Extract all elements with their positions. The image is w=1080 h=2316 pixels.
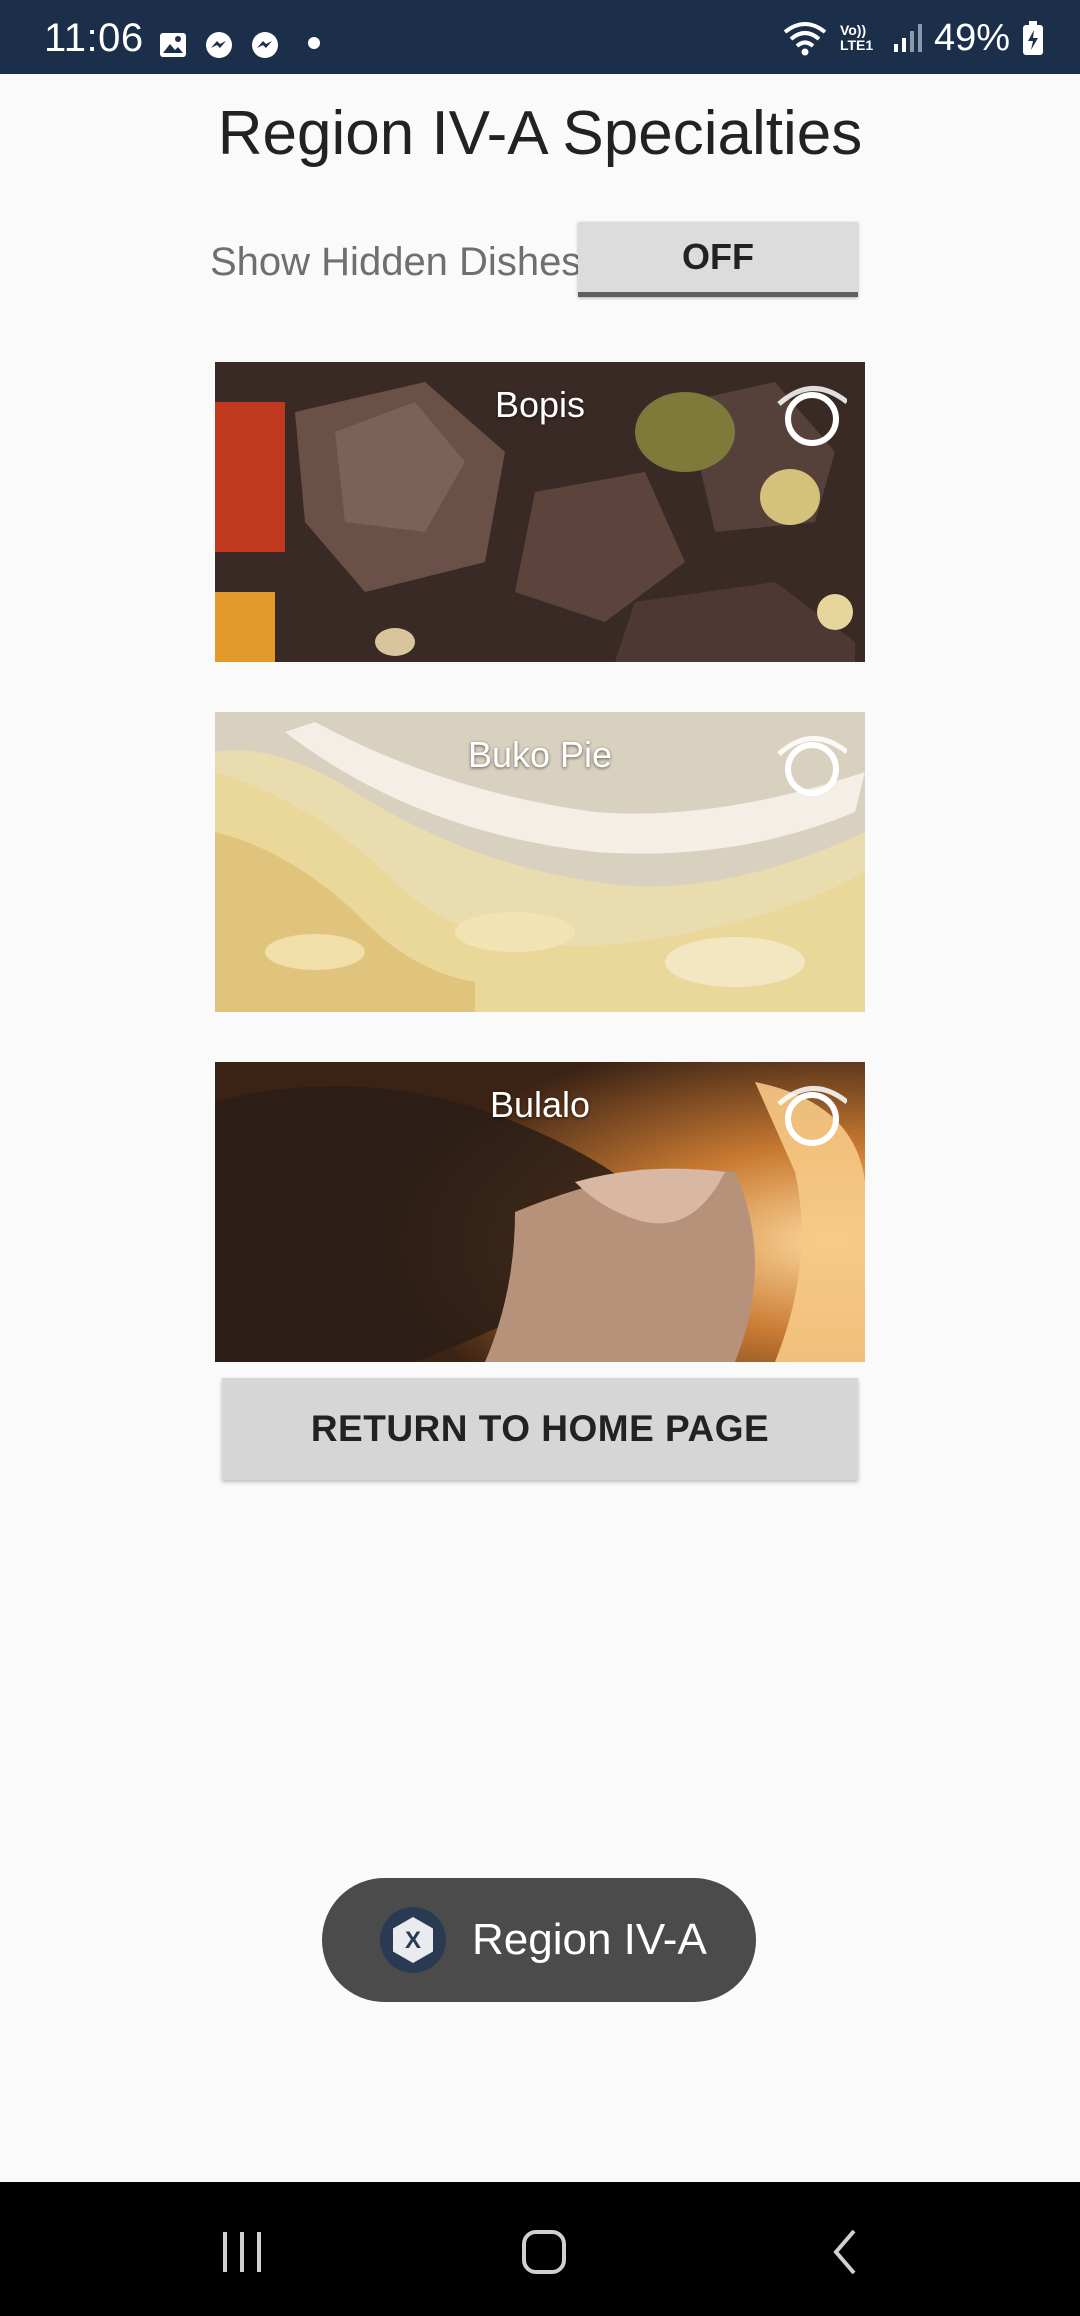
return-home-button[interactable]: RETURN TO HOME PAGE xyxy=(222,1378,858,1480)
more-notifications-dot xyxy=(308,37,320,49)
messenger-notification-icon xyxy=(206,32,232,58)
dish-card-bulalo[interactable]: Bulalo xyxy=(215,1062,865,1362)
gallery-notification-icon xyxy=(160,33,186,57)
navigation-bar xyxy=(0,2182,1080,2316)
toast-text: Region IV-A xyxy=(472,1915,707,1964)
show-hidden-row: Show Hidden Dishes OFF xyxy=(0,222,1080,298)
svg-text:X: X xyxy=(405,1927,421,1954)
recent-apps-icon xyxy=(223,2232,261,2272)
recent-apps-button[interactable] xyxy=(202,2212,282,2292)
back-icon xyxy=(833,2229,856,2275)
battery-percent: 49% xyxy=(933,16,1010,59)
hide-dish-checkbox-icon[interactable] xyxy=(777,384,847,454)
lte-indicator: Vo)) LTE1 xyxy=(839,22,874,53)
status-right-group: Vo)) LTE1 49% xyxy=(782,16,1044,60)
messenger-notification-icon-2 xyxy=(252,32,278,58)
home-button[interactable] xyxy=(504,2212,584,2292)
home-icon xyxy=(522,2230,566,2274)
signal-icon xyxy=(893,24,922,52)
show-hidden-toggle[interactable]: OFF xyxy=(578,222,858,297)
hide-dish-checkbox-icon[interactable] xyxy=(777,1084,847,1154)
dish-name: Bopis xyxy=(494,384,586,425)
wifi-icon xyxy=(783,22,827,56)
toast-message: X Region IV-A xyxy=(322,1878,756,2002)
dish-name: Buko Pie xyxy=(467,734,613,775)
page-title: Region IV-A Specialties xyxy=(217,99,863,168)
hide-dish-checkbox-icon[interactable] xyxy=(777,734,847,804)
status-bar: 11:06 Vo)) LTE1 49% xyxy=(0,0,1080,74)
back-button[interactable] xyxy=(806,2212,886,2292)
app-logo-icon: X xyxy=(380,1907,446,1973)
dish-name: Bulalo xyxy=(489,1084,591,1125)
dish-card-buko-pie[interactable]: Buko Pie xyxy=(215,712,865,1012)
dish-card-bopis[interactable]: Bopis xyxy=(215,362,865,662)
battery-charging-icon xyxy=(1023,21,1043,55)
status-time: 11:06 xyxy=(44,16,144,60)
show-hidden-label: Show Hidden Dishes xyxy=(210,240,582,284)
